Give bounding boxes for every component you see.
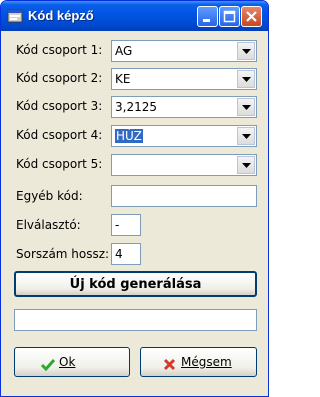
generate-code-button[interactable]: Új kód generálása <box>14 271 257 297</box>
ok-button[interactable]: Ok <box>14 347 130 377</box>
code-group-3-select[interactable]: 3,2125 <box>111 96 257 118</box>
serial-length-input[interactable]: 4 <box>111 243 141 265</box>
close-button[interactable] <box>241 6 262 27</box>
window-title: Kód képző <box>28 8 94 23</box>
code-group-5-select[interactable] <box>111 154 257 176</box>
cancel-button[interactable]: Mégsem <box>140 347 257 377</box>
code-group-4-value: HÚZ <box>115 129 143 143</box>
code-group-1-select[interactable]: AG <box>111 40 257 62</box>
cross-icon <box>163 356 176 375</box>
dropdown-arrow-icon[interactable] <box>237 156 255 174</box>
serial-length-label: Sorszám hossz: <box>16 247 110 261</box>
field-label-4: Kód csoport 4: <box>16 128 103 142</box>
separator-input[interactable]: - <box>111 214 141 236</box>
kod-kepzo-window: Kód képző Kód csoport 1: AG Kód csoport … <box>0 0 269 397</box>
code-group-1-value: AG <box>115 44 133 58</box>
checkmark-icon <box>40 356 56 375</box>
separator-value: - <box>115 218 120 232</box>
code-group-4-select[interactable]: HÚZ <box>111 125 257 147</box>
dialog-body: Kód csoport 1: AG Kód csoport 2: KE Kód … <box>4 31 265 394</box>
other-code-label: Egyéb kód: <box>16 189 83 203</box>
field-label-5: Kód csoport 5: <box>16 157 103 171</box>
field-label-2: Kód csoport 2: <box>16 71 103 85</box>
minimize-button[interactable] <box>197 6 218 27</box>
dropdown-arrow-icon[interactable] <box>237 70 255 88</box>
field-label-1: Kód csoport 1: <box>16 43 103 57</box>
dropdown-arrow-icon[interactable] <box>237 98 255 116</box>
separator-label: Elválasztó: <box>16 218 81 232</box>
other-code-input[interactable] <box>111 185 257 207</box>
generate-code-label: Új kód generálása <box>69 277 202 292</box>
code-group-3-value: 3,2125 <box>115 100 157 114</box>
maximize-button[interactable] <box>219 6 240 27</box>
code-group-2-value: KE <box>115 72 131 86</box>
field-label-3: Kód csoport 3: <box>16 99 103 113</box>
dropdown-arrow-icon[interactable] <box>237 127 255 145</box>
code-group-2-select[interactable]: KE <box>111 68 257 90</box>
title-bar[interactable]: Kód képző <box>1 1 268 31</box>
cancel-label: Mégsem <box>181 355 232 369</box>
serial-length-value: 4 <box>115 247 123 261</box>
dropdown-arrow-icon[interactable] <box>237 42 255 60</box>
app-icon <box>7 8 23 24</box>
ok-label: Ok <box>59 355 76 369</box>
generated-code-output[interactable] <box>14 309 257 331</box>
